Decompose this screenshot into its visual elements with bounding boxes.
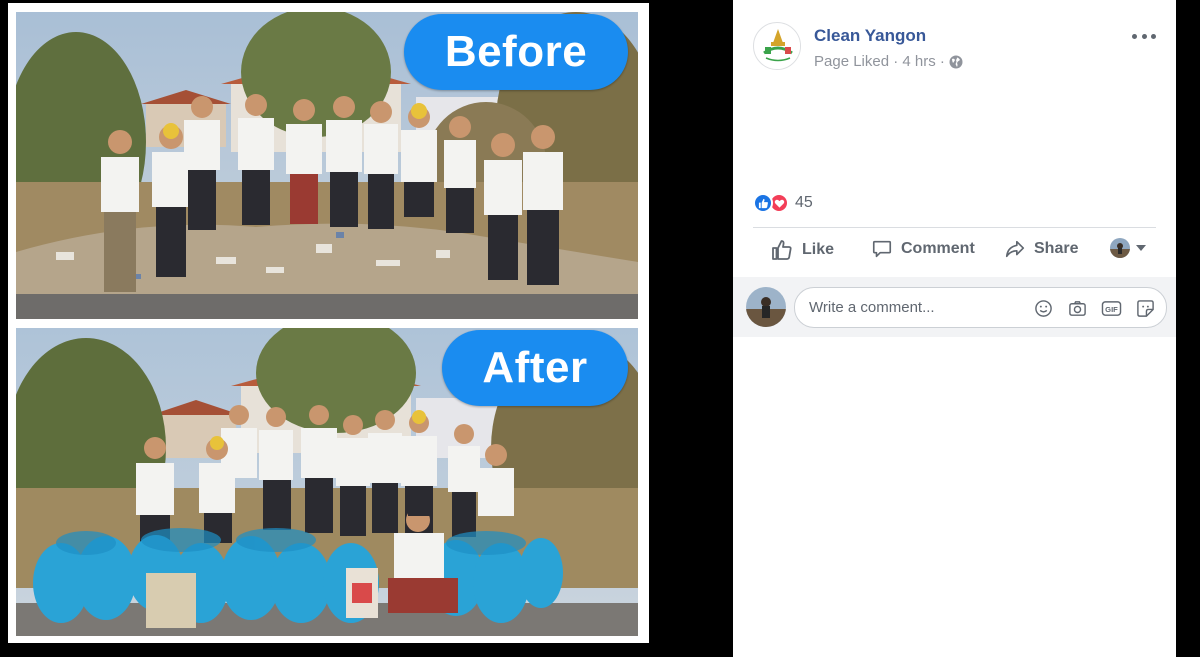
before-after-photo: Before After: [8, 3, 649, 643]
comment-input[interactable]: [809, 288, 1009, 327]
after-label: After: [442, 330, 628, 406]
comment-bubble-icon: [872, 240, 892, 258]
comment-button[interactable]: Comment: [871, 238, 975, 260]
comment-tools: GIF: [1032, 297, 1156, 319]
chevron-down-icon: [1136, 245, 1146, 251]
audience-selector[interactable]: [1110, 238, 1146, 258]
camera-icon[interactable]: [1066, 297, 1088, 319]
post-meta: Page Liked · 4 hrs ·: [814, 53, 963, 70]
comment-box[interactable]: GIF: [794, 287, 1167, 328]
emoji-icon[interactable]: [1032, 297, 1054, 319]
share-arrow-icon: [1005, 240, 1025, 258]
comment-composer: GIF: [733, 277, 1176, 337]
photo-viewer[interactable]: Before After: [0, 0, 733, 657]
thumbs-up-icon: [772, 240, 792, 260]
window-edge: [1176, 0, 1200, 657]
user-avatar: [1110, 238, 1130, 258]
page-avatar[interactable]: [753, 22, 801, 70]
reaction-count[interactable]: 45: [795, 194, 813, 212]
post-panel: Clean Yangon Page Liked · 4 hrs · 45 Lik…: [733, 0, 1176, 657]
after-photo-panel: After: [16, 328, 638, 636]
action-bar: Like Comment Share: [753, 232, 1156, 272]
before-label: Before: [404, 14, 628, 90]
globe-icon[interactable]: [949, 55, 963, 69]
gif-icon[interactable]: GIF: [1100, 297, 1122, 319]
reaction-summary[interactable]: 45: [753, 193, 813, 213]
divider: [753, 227, 1156, 228]
comment-label: Comment: [901, 240, 975, 257]
commenter-avatar[interactable]: [746, 287, 786, 327]
share-label: Share: [1034, 240, 1079, 257]
like-reaction-icon: [753, 193, 773, 213]
clean-yangon-logo: [755, 24, 800, 69]
like-button[interactable]: Like: [770, 238, 834, 262]
post-header: Clean Yangon Page Liked · 4 hrs ·: [753, 20, 1156, 76]
share-button[interactable]: Share: [1004, 238, 1078, 260]
page-name[interactable]: Clean Yangon: [814, 26, 926, 46]
more-options-icon[interactable]: [1132, 26, 1156, 46]
like-label: Like: [802, 241, 835, 258]
svg-text:GIF: GIF: [1105, 304, 1118, 313]
sticker-icon[interactable]: [1134, 297, 1156, 319]
before-photo-panel: Before: [16, 12, 638, 319]
post-meta-text: Page Liked · 4 hrs ·: [814, 53, 945, 70]
